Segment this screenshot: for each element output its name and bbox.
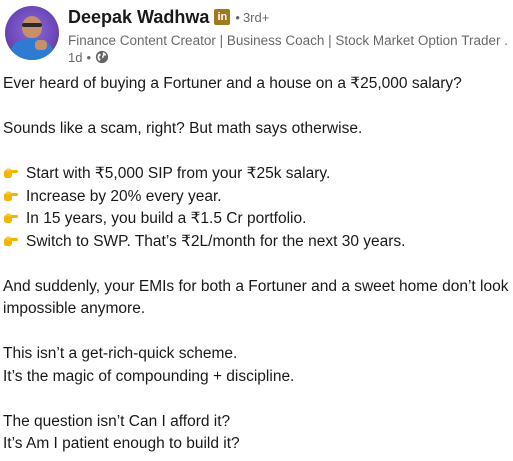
connection-degree: 3rd+ [242,9,270,25]
pointing-hand-icon [4,191,18,201]
list-item-text: Increase by 20% every year. [26,187,222,205]
post-text: This isn’t a get-rich-quick scheme. [3,345,238,362]
separator: • [235,9,240,25]
list-item: Start with ₹5,000 SIP from your ₹25k sal… [3,163,513,186]
globe-icon [95,50,109,64]
post-text: It’s Am I patient enough to build it? [3,435,240,452]
pointing-hand-icon [4,168,18,178]
post-text: impossible anymore. [3,300,146,317]
post-text: Sounds like a scam, right? But math says… [3,120,363,137]
post-header: Deepak Wadhwa in • 3rd+ Finance Content … [0,0,513,70]
pointing-hand-icon [4,236,18,246]
list-item: Switch to SWP. That’s ₹2L/month for the … [3,231,513,254]
list-item-text: Start with ₹5,000 SIP from your ₹25k sal… [26,165,331,182]
post-text: The question isn’t Can I afford it? [3,412,231,430]
author-name[interactable]: Deepak Wadhwa [68,7,209,28]
post-text: And suddenly, your EMIs for both a Fortu… [3,277,509,295]
post-body: Ever heard of buying a Fortuner and a ho… [3,73,513,456]
post-meta: 1d • [68,49,109,65]
pointing-hand-icon [4,213,18,223]
list-item-text: Switch to SWP. That’s ₹2L/month for the … [26,232,406,250]
separator: • [86,49,92,65]
list-item: In 15 years, you build a ₹1.5 Cr portfol… [3,208,513,231]
avatar[interactable] [5,6,59,60]
post-text: Ever heard of buying a Fortuner and a ho… [3,75,462,92]
list-item: Increase by 20% every year. [3,186,513,209]
post-time: 1d [68,49,83,65]
author-headline: Finance Content Creator | Business Coach… [68,33,508,48]
author-line: Deepak Wadhwa in • 3rd+ [68,6,269,28]
list-item-text: In 15 years, you build a ₹1.5 Cr portfol… [26,210,307,227]
post-text: It’s the magic of compounding + discipli… [3,367,295,385]
linkedin-premium-badge-icon: in [214,9,231,25]
